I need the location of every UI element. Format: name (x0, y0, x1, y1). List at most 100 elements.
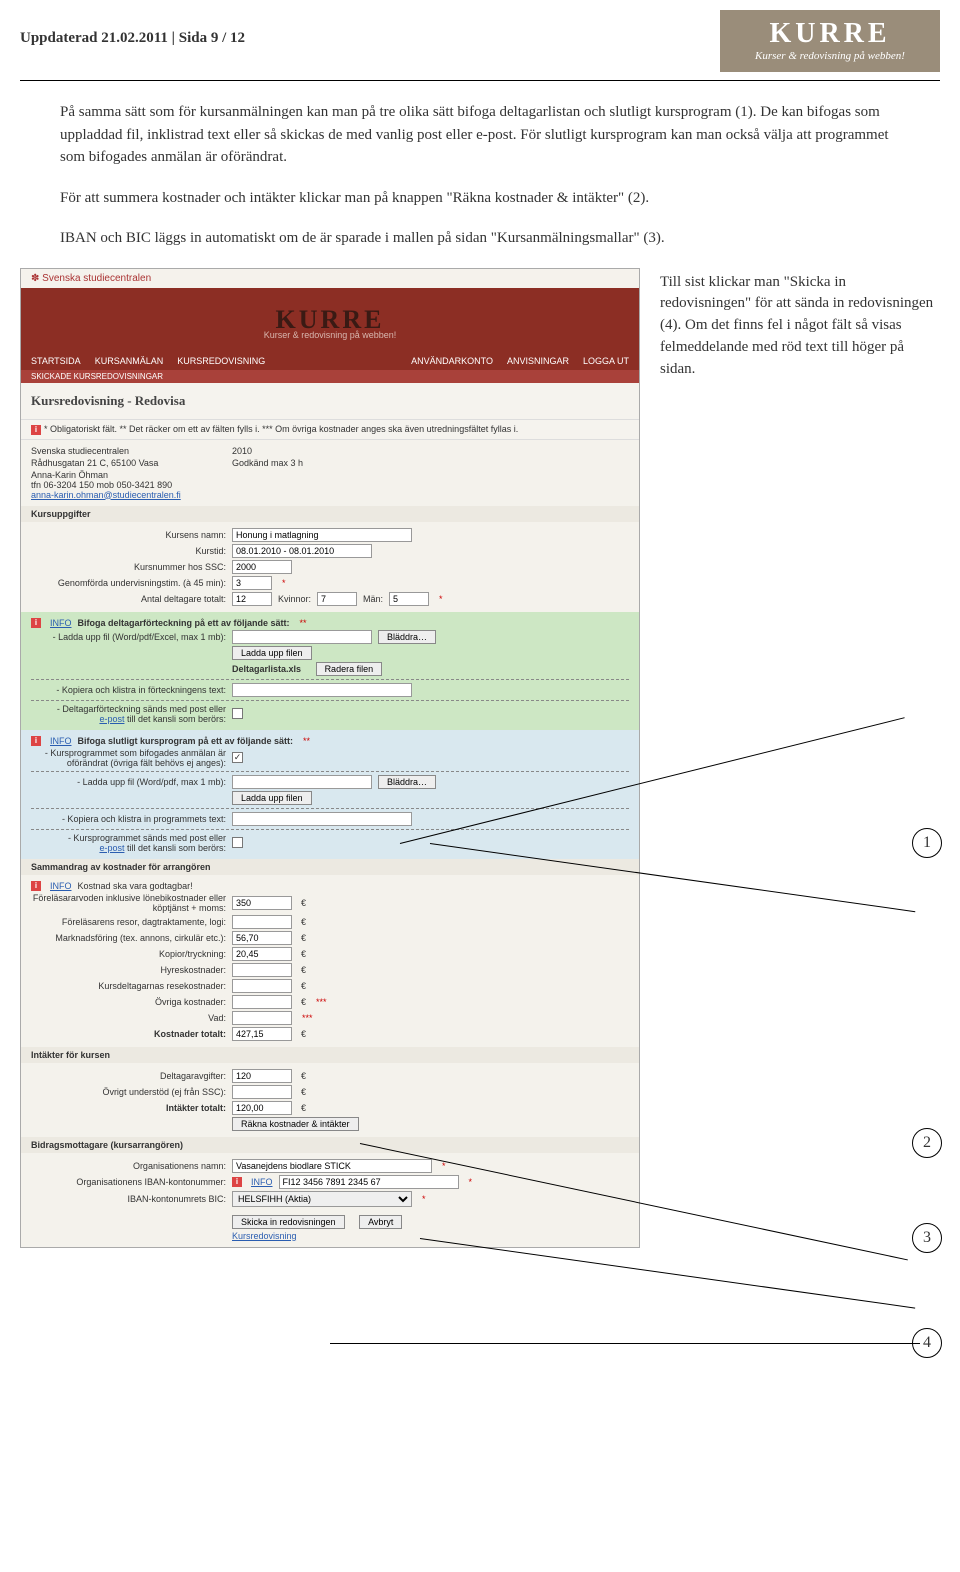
post-delt-label: - Deltagarförteckning sänds med post ell… (31, 704, 226, 724)
nav-konto[interactable]: ANVÄNDARKONTO (411, 356, 493, 366)
inc2-label: Övrigt understöd (ej från SSC): (31, 1087, 226, 1097)
kurs-name-input[interactable] (232, 528, 412, 542)
inc2-input[interactable] (232, 1085, 292, 1099)
back-link[interactable]: Kursredovisning (232, 1231, 297, 1241)
org-info-block: Svenska studiecentralen 2010 Rådhusgatan … (21, 440, 639, 506)
vad-label: Vad: (31, 1013, 226, 1023)
leader-4 (330, 1343, 920, 1344)
nav-startsida[interactable]: STARTSIDA (31, 356, 81, 366)
attach-participants-section: iINFO Bifoga deltagarförteckning på ett … (21, 612, 639, 730)
attach-prog-heading: Bifoga slutligt kursprogram på ett av fö… (78, 736, 294, 746)
paragraph-3: IBAN och BIC läggs in automatiskt om de … (0, 227, 960, 250)
app-subnav[interactable]: SKICKADE KURSREDOVISNINGAR (21, 370, 639, 383)
attach-delt-heading: Bifoga deltagarförteckning på ett av föl… (78, 618, 290, 628)
cost4-label: Kopior/tryckning: (31, 949, 226, 959)
cancel-button[interactable]: Avbryt (359, 1215, 402, 1229)
kursnr-label: Kursnummer hos SSC: (31, 562, 226, 572)
app-tagline: Kurser & redovisning på webben! (264, 330, 397, 340)
app-screenshot: ✽ Svenska studiecentralen KURRE Kurser &… (20, 268, 640, 1248)
info-icon: i (31, 881, 41, 891)
org-email-link[interactable]: anna-karin.ohman@studiecentralen.fi (31, 490, 181, 500)
paste-prog-label: - Kopiera och klistra in programmets tex… (31, 814, 226, 824)
post-prog-checkbox[interactable] (232, 837, 243, 848)
info-link[interactable]: INFO (50, 881, 72, 891)
post-prog-label: - Kursprogrammet sänds med post ellere-p… (31, 833, 226, 853)
attach-program-section: i INFO Bifoga slutligt kursprogram på ett… (21, 730, 639, 859)
nav-anvisningar[interactable]: ANVISNINGAR (507, 356, 569, 366)
cost-total-label: Kostnader totalt: (31, 1029, 226, 1039)
cost2-input[interactable] (232, 915, 292, 929)
prog-same-checkbox[interactable] (232, 752, 243, 763)
side-paragraph: Till sist klickar man "Skicka in redovis… (660, 272, 940, 381)
info-link[interactable]: INFO (50, 736, 72, 746)
page-updated: Uppdaterad 21.02.2011 | Sida 9 / 12 (20, 10, 245, 47)
post-delt-checkbox[interactable] (232, 708, 243, 719)
upload-prog-label: - Ladda upp fil (Word/pdf, max 1 mb): (31, 777, 226, 787)
cost1-input[interactable] (232, 896, 292, 910)
submit-button[interactable]: Skicka in redovisningen (232, 1215, 345, 1229)
kursnr-input[interactable] (232, 560, 292, 574)
delt-total-input[interactable] (232, 592, 272, 606)
nav-kursanmalan[interactable]: KURSANMÄLAN (95, 356, 164, 366)
paste-delt-input[interactable] (232, 683, 412, 697)
upload-delt-button[interactable]: Ladda upp filen (232, 646, 312, 660)
cost1-label: Föreläsararvoden inklusive lönebikostnad… (31, 893, 226, 913)
cost4-input[interactable] (232, 947, 292, 961)
info-link[interactable]: INFO (251, 1177, 273, 1187)
browse-prog-button[interactable]: Bläddra… (378, 775, 436, 789)
kurstid-label: Kurstid: (31, 546, 226, 556)
upload-delt-label: - Ladda upp fil (Word/pdf/Excel, max 1 m… (31, 632, 226, 642)
app-nav: STARTSIDA KURSANMÄLAN KURSREDOVISNING AN… (21, 352, 639, 370)
kvinnor-label: Kvinnor: (278, 594, 311, 604)
upload-delt-path[interactable] (232, 630, 372, 644)
callout-2: 2 (912, 1128, 942, 1158)
iban-input[interactable] (279, 1175, 459, 1189)
tim-label: Genomförda undervisningstim. (à 45 min): (31, 578, 226, 588)
cost2-label: Föreläsarens resor, dagtraktamente, logi… (31, 917, 226, 927)
paste-prog-input[interactable] (232, 812, 412, 826)
cost3-input[interactable] (232, 931, 292, 945)
info-icon: i (232, 1177, 242, 1187)
cost-total (232, 1027, 292, 1041)
cost7-input[interactable] (232, 995, 292, 1009)
kurstid-input[interactable] (232, 544, 372, 558)
cost5-label: Hyreskostnader: (31, 965, 226, 975)
app-org-bar: ✽ Svenska studiecentralen (21, 269, 639, 288)
upload-prog-button[interactable]: Ladda upp filen (232, 791, 312, 805)
org-addr: Rådhusgatan 21 C, 65100 Vasa (31, 458, 226, 468)
vad-input[interactable] (232, 1011, 292, 1025)
section-kursuppgifter: Kursuppgifter (21, 506, 639, 522)
inc-total-label: Intäkter totalt: (31, 1103, 226, 1113)
org-approved: Godkänd max 3 h (232, 458, 303, 468)
inc-total (232, 1101, 292, 1115)
nav-logout[interactable]: LOGGA UT (583, 356, 629, 366)
legend-bar: i* Obligatoriskt fält. ** Det räcker om … (21, 419, 639, 440)
prog-same-label: - Kursprogrammet som bifogades anmälan ä… (31, 748, 226, 768)
info-icon: i (31, 736, 41, 746)
delete-file-button[interactable]: Radera filen (316, 662, 383, 676)
man-input[interactable] (389, 592, 429, 606)
calc-button[interactable]: Räkna kostnader & intäkter (232, 1117, 359, 1131)
info-link[interactable]: INFO (50, 618, 72, 628)
org-name: Svenska studiecentralen (31, 446, 226, 456)
upload-prog-path[interactable] (232, 775, 372, 789)
orgname-input[interactable] (232, 1159, 432, 1173)
tim-input[interactable] (232, 576, 272, 590)
header-rule (20, 80, 940, 81)
nav-kursredovisning[interactable]: KURSREDOVISNING (177, 356, 265, 366)
bic-label: IBAN-kontonumrets BIC: (31, 1194, 226, 1204)
org-year: 2010 (232, 446, 252, 456)
bic-select[interactable]: HELSFIHH (Aktia) (232, 1191, 412, 1207)
cost3-label: Marknadsföring (tex. annons, cirkulär et… (31, 933, 226, 943)
app-banner: KURRE Kurser & redovisning på webben! (21, 288, 639, 352)
inc1-input[interactable] (232, 1069, 292, 1083)
browse-delt-button[interactable]: Bläddra… (378, 630, 436, 644)
paragraph-2: För att summera kostnader och intäkter k… (0, 187, 960, 210)
cost6-input[interactable] (232, 979, 292, 993)
cost5-input[interactable] (232, 963, 292, 977)
page-title: Kursredovisning - Redovisa (21, 383, 639, 419)
kvinnor-input[interactable] (317, 592, 357, 606)
uploaded-file-name: Deltagarlista.xls (232, 664, 301, 674)
orgname-label: Organisationens namn: (31, 1161, 226, 1171)
org-contact: Anna-Karin Öhmantfn 06-3204 150 mob 050-… (31, 470, 226, 500)
